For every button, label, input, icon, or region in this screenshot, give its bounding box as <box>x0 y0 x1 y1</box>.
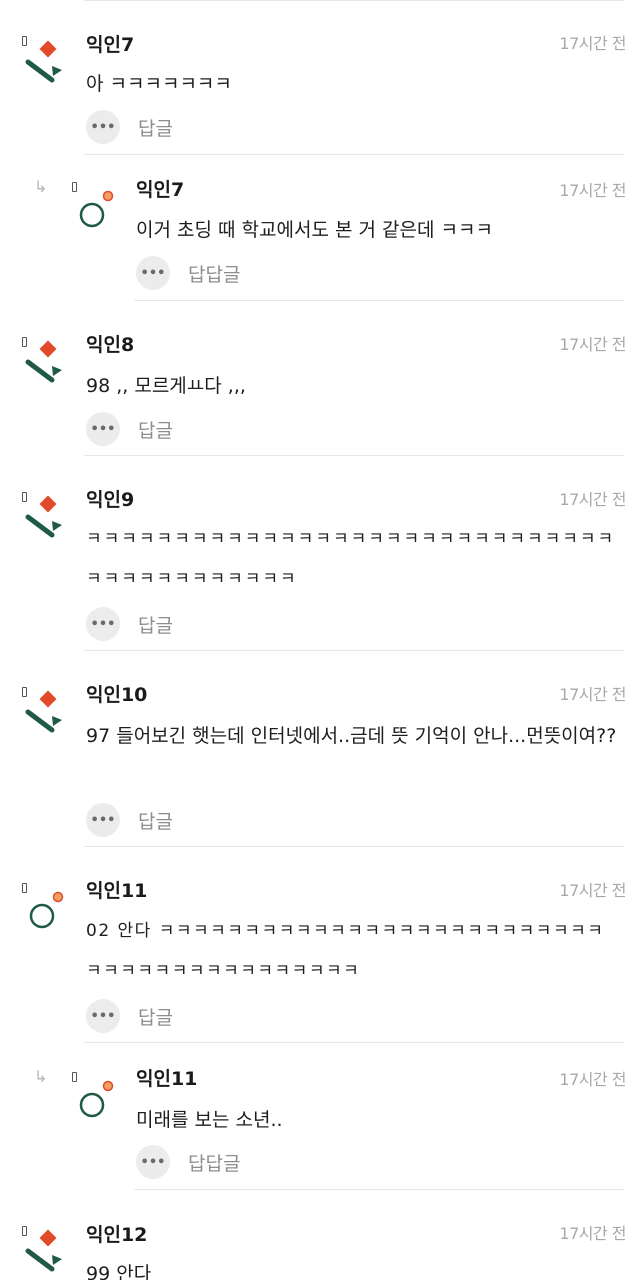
avatar-flag-icon <box>25 690 62 733</box>
reply-to-reply-button[interactable]: ••• 답답글 <box>136 1145 240 1179</box>
comment-text: 97 들어보긴 햇는데 인터넷에서..금데 뜻 기억이 안나...먼뜻이여?? <box>86 725 617 747</box>
reply-button[interactable]: ••• 답글 <box>86 412 173 446</box>
more-dots-icon: ••• <box>86 999 120 1033</box>
author-name[interactable]: 익인10 <box>86 683 147 707</box>
timestamp: 17시간 전 <box>559 335 626 354</box>
comment-3: 익인8 17시간 전 98 ,, 모르게ㅛ다 ,,, ••• 답글 <box>0 302 640 457</box>
reply-button[interactable]: ••• 답글 <box>86 110 173 144</box>
timestamp: 17시간 전 <box>559 34 626 53</box>
author-name[interactable]: 익인11 <box>86 879 147 903</box>
more-dots-icon: ••• <box>86 412 120 446</box>
author-name[interactable]: 익인7 <box>136 178 184 202</box>
reply-label: 답답글 <box>188 263 241 286</box>
comment-6: 익인11 17시간 전 02 안다 ㅋㅋㅋㅋㅋㅋㅋㅋㅋㅋㅋㅋㅋㅋㅋㅋㅋㅋㅋㅋㅋㅋ… <box>0 848 640 1043</box>
timestamp: 17시간 전 <box>559 181 626 200</box>
more-dots-icon: ••• <box>136 1145 170 1179</box>
comment-text: 98 ,, 모르게ㅛ다 ,,, <box>86 375 246 397</box>
comment-text: 아 ㅋㅋㅋㅋㅋㅋㅋ <box>86 73 232 95</box>
more-dots-icon: ••• <box>86 110 120 144</box>
timestamp: 17시간 전 <box>559 685 626 704</box>
comment-1: 익인7 17시간 전 아 ㅋㅋㅋㅋㅋㅋㅋ ••• 답글 <box>0 0 640 155</box>
comment-4: 익인9 17시간 전 ㅋㅋㅋㅋㅋㅋㅋㅋㅋㅋㅋㅋㅋㅋㅋㅋㅋㅋㅋㅋㅋㅋㅋㅋㅋㅋㅋㅋㅋ… <box>0 457 640 652</box>
author-name[interactable]: 익인11 <box>136 1067 197 1091</box>
reply-button[interactable]: ••• 답글 <box>86 803 173 837</box>
avatar-circle-icon <box>29 891 64 929</box>
reply-arrow-icon: ↳ <box>34 177 48 196</box>
reply-label: 답글 <box>138 117 173 140</box>
reply-button[interactable]: ••• 답글 <box>86 999 173 1033</box>
reply-arrow-icon: ↳ <box>34 1067 48 1086</box>
comment-text: 미래를 보는 소년.. <box>136 1109 283 1131</box>
divider <box>84 455 624 456</box>
reply-label: 답답글 <box>188 1152 241 1175</box>
comment-2-reply: ↳ 익인7 17시간 전 이거 초딩 때 학교에서도 본 거 같은데 ㅋㅋㅋ •… <box>0 155 640 302</box>
author-name[interactable]: 익인7 <box>86 33 134 57</box>
timestamp: 17시간 전 <box>559 881 626 900</box>
reply-label: 답글 <box>138 810 173 833</box>
divider <box>134 300 624 301</box>
avatar-flag-icon <box>25 1229 62 1272</box>
divider <box>84 650 624 651</box>
comment-text: 99 안다 <box>86 1263 152 1280</box>
author-name[interactable]: 익인12 <box>86 1223 147 1247</box>
comment-7-reply: ↳ 익인11 17시간 전 미래를 보는 소년.. ••• 답답글 <box>0 1043 640 1191</box>
more-dots-icon: ••• <box>86 607 120 641</box>
comment-text: 이거 초딩 때 학교에서도 본 거 같은데 ㅋㅋㅋ <box>136 219 493 241</box>
divider <box>134 1189 624 1190</box>
reply-button[interactable]: ••• 답글 <box>86 607 173 641</box>
avatar-flag-icon <box>25 40 62 83</box>
comment-5: 익인10 17시간 전 97 들어보긴 햇는데 인터넷에서..금데 뜻 기억이 … <box>0 652 640 848</box>
timestamp: 17시간 전 <box>559 1070 626 1089</box>
comment-text: ㅋㅋㅋㅋㅋㅋㅋㅋㅋㅋㅋㅋㅋㅋㅋㅋㅋㅋㅋㅋㅋㅋㅋㅋㅋㅋㅋㅋㅋㅋㅋㅋㅋㅋㅋㅋㅋㅋㅋㅋ… <box>86 529 616 589</box>
divider <box>84 846 624 847</box>
timestamp: 17시간 전 <box>559 1224 626 1243</box>
author-name[interactable]: 익인8 <box>86 333 134 357</box>
avatar-flag-icon <box>25 340 62 383</box>
avatar-circle-icon <box>79 1080 114 1118</box>
author-name[interactable]: 익인9 <box>86 488 134 512</box>
more-dots-icon: ••• <box>86 803 120 837</box>
reply-to-reply-button[interactable]: ••• 답답글 <box>136 256 240 290</box>
reply-label: 답글 <box>138 419 173 442</box>
reply-label: 답글 <box>138 614 173 637</box>
comment-text: 02 안다 ㅋㅋㅋㅋㅋㅋㅋㅋㅋㅋㅋㅋㅋㅋㅋㅋㅋㅋㅋㅋㅋㅋㅋㅋㅋㅋㅋㅋㅋㅋㅋㅋㅋㅋ… <box>86 921 605 981</box>
avatar-circle-icon <box>79 190 114 228</box>
more-dots-icon: ••• <box>136 256 170 290</box>
reply-label: 답글 <box>138 1006 173 1029</box>
comment-8: 익인12 17시간 전 99 안다 <box>0 1191 640 1280</box>
avatar-flag-icon <box>25 495 62 538</box>
timestamp: 17시간 전 <box>559 490 626 509</box>
